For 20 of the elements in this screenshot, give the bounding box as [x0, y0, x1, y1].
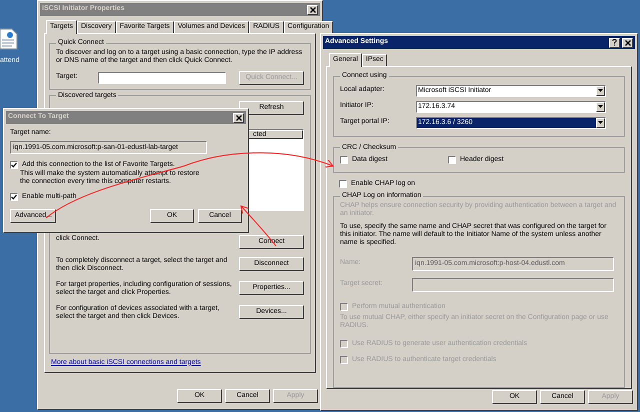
dropdown-arrow-icon [598, 121, 603, 124]
close-button[interactable] [307, 4, 318, 14]
checkmark-icon [11, 162, 17, 168]
close-button[interactable] [622, 38, 633, 48]
dropdown-arrow-icon [598, 89, 603, 92]
close-button[interactable] [233, 112, 244, 122]
help-icon [612, 39, 617, 46]
close-icon [236, 114, 242, 120]
checkbox[interactable] [448, 156, 456, 164]
checkmark-icon [11, 194, 17, 200]
close-icon [624, 40, 630, 46]
dropdown-arrow-icon [598, 105, 603, 108]
checkbox[interactable] [340, 156, 348, 164]
close-icon [310, 6, 316, 12]
checkbox[interactable] [10, 160, 18, 169]
checkbox[interactable] [339, 180, 347, 188]
help-button[interactable] [609, 38, 620, 48]
checkbox[interactable] [10, 193, 18, 202]
document-icon[interactable] [0, 28, 18, 50]
target-input[interactable] [98, 72, 226, 84]
